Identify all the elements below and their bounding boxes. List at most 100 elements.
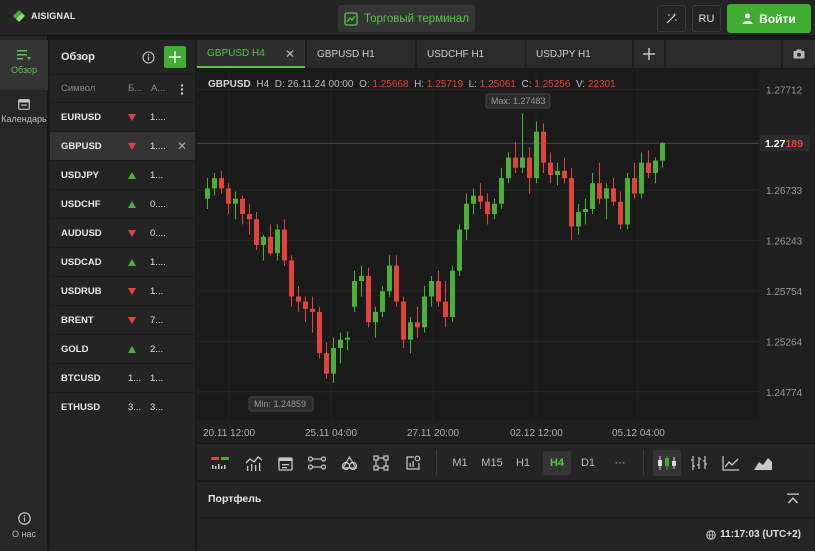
- timeframe-h4[interactable]: H4: [543, 451, 571, 475]
- candle-body[interactable]: [289, 260, 294, 297]
- tab-gbpusd-h1[interactable]: GBPUSD H1: [307, 40, 415, 68]
- candle-body[interactable]: [317, 311, 322, 354]
- candle-body[interactable]: [233, 198, 238, 204]
- chart-type-candles-button[interactable]: [653, 450, 681, 476]
- candle-body[interactable]: [226, 188, 231, 204]
- rail-item-about[interactable]: О нас: [0, 512, 48, 546]
- timeframe-more-button[interactable]: ···: [607, 451, 633, 475]
- candle-body[interactable]: [485, 201, 490, 215]
- login-button[interactable]: Войти: [727, 4, 811, 33]
- add-tab-button[interactable]: [634, 40, 664, 68]
- candle-body[interactable]: [324, 353, 329, 374]
- time-axis[interactable]: [197, 420, 759, 443]
- candle-body[interactable]: [268, 236, 273, 254]
- column-ask[interactable]: А...: [151, 83, 165, 94]
- candle-body[interactable]: [338, 339, 343, 348]
- timeframe-d1[interactable]: D1: [577, 451, 599, 475]
- candle-body[interactable]: [471, 195, 476, 204]
- more-vertical-icon[interactable]: [180, 84, 184, 95]
- candle-body[interactable]: [541, 131, 546, 163]
- list-item-usdcad[interactable]: USDCAD 1....: [50, 247, 195, 276]
- candle-body[interactable]: [380, 291, 385, 312]
- close-icon[interactable]: ✕: [285, 47, 295, 61]
- magic-button[interactable]: [657, 5, 686, 32]
- chart-settings-button[interactable]: [402, 452, 424, 474]
- draw-line-button[interactable]: [306, 452, 328, 474]
- candle-body[interactable]: [492, 203, 497, 215]
- candle-body[interactable]: [261, 236, 266, 245]
- candle-body[interactable]: [625, 178, 630, 225]
- price-chart[interactable]: 1.27712 1.26733 1.26243 1.25754 1.25264 1.247…: [197, 70, 815, 443]
- candle-body[interactable]: [450, 270, 455, 318]
- candle-body[interactable]: [366, 275, 371, 323]
- column-symbol[interactable]: Символ: [61, 83, 95, 94]
- candle-body[interactable]: [506, 157, 511, 179]
- candle-body[interactable]: [401, 301, 406, 340]
- candle-body[interactable]: [429, 281, 434, 297]
- candle-body[interactable]: [394, 265, 399, 302]
- column-bid[interactable]: Б...: [128, 83, 142, 94]
- list-item-gbpusd[interactable]: GBPUSD 1.... ✕: [50, 131, 195, 160]
- candle-body[interactable]: [548, 162, 553, 175]
- candle-body[interactable]: [282, 229, 287, 261]
- candle-body[interactable]: [618, 201, 623, 225]
- indicators-button[interactable]: [209, 452, 231, 474]
- candle-body[interactable]: [632, 178, 637, 194]
- candle-body[interactable]: [457, 229, 462, 271]
- candle-body[interactable]: [653, 160, 658, 173]
- candle-body[interactable]: [212, 178, 217, 189]
- candle-body[interactable]: [604, 188, 609, 199]
- list-item-btcusd[interactable]: BTCUSD 1... 1...: [50, 363, 195, 392]
- candle-body[interactable]: [499, 178, 504, 204]
- tab-usdchf-h1[interactable]: USDCHF H1: [417, 40, 525, 68]
- candle-body[interactable]: [331, 347, 336, 374]
- candle-body[interactable]: [639, 162, 644, 194]
- list-item-gold[interactable]: GOLD 2...: [50, 334, 195, 363]
- shapes-button[interactable]: [338, 452, 360, 474]
- timeframe-m15[interactable]: M15: [478, 451, 506, 475]
- candle-body[interactable]: [478, 195, 483, 202]
- candle-body[interactable]: [296, 296, 301, 302]
- chart-type-area-button[interactable]: [752, 452, 774, 474]
- candle-body[interactable]: [464, 203, 469, 230]
- candle-body[interactable]: [247, 214, 252, 220]
- tab-gbpusd-h4[interactable]: GBPUSD H4 ✕: [197, 40, 305, 68]
- candle-body[interactable]: [422, 296, 427, 328]
- candle-body[interactable]: [359, 275, 364, 282]
- candle-body[interactable]: [520, 157, 525, 168]
- candle-body[interactable]: [352, 281, 357, 307]
- collapse-icon[interactable]: [787, 493, 799, 505]
- screenshot-button[interactable]: [783, 40, 815, 68]
- candle-body[interactable]: [576, 212, 581, 227]
- candle-body[interactable]: [254, 219, 259, 245]
- candle-body[interactable]: [345, 337, 350, 340]
- candle-body[interactable]: [611, 188, 616, 202]
- rectangle-tool-button[interactable]: [370, 452, 392, 474]
- list-item-usdrub[interactable]: USDRUB 1...: [50, 276, 195, 305]
- list-item-ethusd[interactable]: ETHUSD 3... 3...: [50, 392, 195, 421]
- candle-body[interactable]: [562, 170, 567, 179]
- info-icon[interactable]: [142, 51, 155, 64]
- candle-body[interactable]: [597, 183, 602, 199]
- candle-body[interactable]: [310, 308, 315, 312]
- candle-body[interactable]: [373, 311, 378, 323]
- studies-button[interactable]: [243, 452, 265, 474]
- candle-body[interactable]: [555, 170, 560, 175]
- list-item-usdchf[interactable]: USDCHF 0....: [50, 189, 195, 218]
- candle-body[interactable]: [415, 322, 420, 328]
- list-item-usdjpy[interactable]: USDJPY 1...: [50, 160, 195, 189]
- candle-body[interactable]: [275, 229, 280, 254]
- candle-body[interactable]: [590, 183, 595, 209]
- candle-body[interactable]: [443, 301, 448, 318]
- candle-body[interactable]: [569, 178, 574, 227]
- language-button[interactable]: RU: [692, 5, 721, 32]
- chart-type-bars-button[interactable]: [688, 452, 710, 474]
- candle-body[interactable]: [660, 143, 665, 161]
- list-item-eurusd[interactable]: EURUSD 1....: [50, 102, 195, 131]
- candle-body[interactable]: [387, 265, 392, 292]
- list-item-brent[interactable]: BRENT 7...: [50, 305, 195, 334]
- candle-body[interactable]: [583, 208, 588, 213]
- list-item-audusd[interactable]: AUDUSD 0....: [50, 218, 195, 247]
- candlestick-chart[interactable]: 1.27712 1.26733 1.26243 1.25754 1.25264 1.247…: [197, 70, 815, 443]
- candle-body[interactable]: [303, 301, 308, 309]
